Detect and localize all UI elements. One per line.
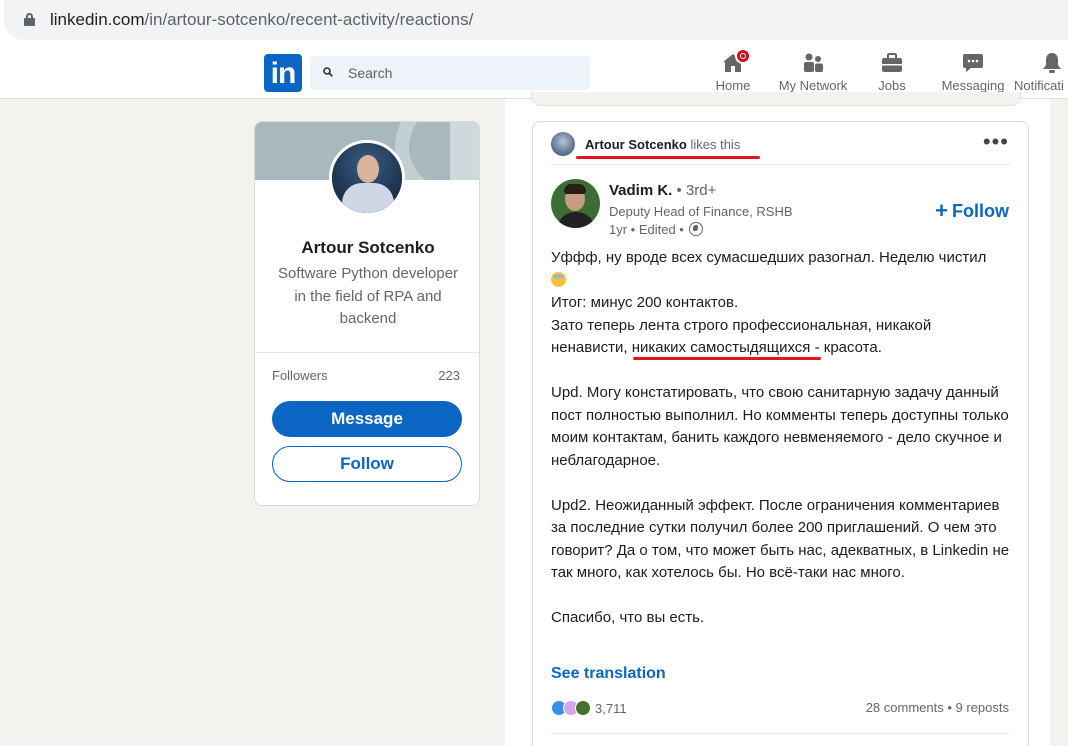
profile-avatar[interactable] [329, 140, 405, 216]
see-translation-link[interactable]: See translation [551, 665, 666, 683]
nav-jobs[interactable]: Jobs [868, 50, 916, 96]
plus-icon: + [935, 198, 948, 223]
followers-label: Followers [272, 368, 328, 383]
divider [255, 352, 479, 353]
nav-label-messaging: Messaging [941, 78, 1005, 93]
linkedin-logo[interactable]: in [264, 54, 302, 92]
author-headline: Deputy Head of Finance, RSHB [609, 204, 793, 219]
search-icon [323, 67, 333, 77]
search-box[interactable] [310, 56, 590, 90]
chat-icon [963, 54, 983, 72]
post-text: Уффф, ну вроде всех сумасшедших разогнал… [551, 249, 1010, 626]
message-button[interactable]: Message [272, 401, 462, 437]
top-nav: in Home My Network Jobs Messaging [0, 42, 1068, 99]
globe-icon [689, 222, 704, 236]
notification-badge [735, 48, 751, 64]
celebrate-reaction-icon [575, 700, 591, 716]
divider [551, 733, 1010, 734]
author-name-line[interactable]: Vadim K. • 3rd+ [609, 182, 716, 199]
bell-icon [1043, 53, 1061, 73]
profile-headline: Software Python developer in the field o… [277, 265, 459, 327]
post-context: Artour Sotcenko likes this [585, 137, 740, 152]
nav-label-notifications: Notificati [1014, 78, 1064, 93]
nav-label-my-network: My Network [778, 78, 848, 93]
divider [551, 164, 1010, 165]
reactions-count[interactable]: 3,711 [595, 701, 627, 716]
context-action: likes this [690, 137, 741, 152]
nav-label-home: Home [715, 78, 751, 93]
briefcase-icon [882, 53, 902, 72]
connection-degree: • 3rd+ [676, 182, 717, 199]
nav-notifications[interactable]: Notificati [1014, 50, 1068, 96]
nav-label-jobs: Jobs [878, 78, 906, 93]
previous-post-edge [531, 92, 1021, 106]
annotation-underline [633, 357, 821, 360]
feed-post: Artour Sotcenko likes this ••• Vadim K. … [532, 121, 1029, 746]
author-name[interactable]: Vadim K. [609, 182, 672, 199]
url-text[interactable]: linkedin.com/in/artour-sotcenko/recent-a… [50, 10, 473, 30]
post-meta: 1yr • Edited • [609, 222, 704, 237]
annotation-underline [576, 156, 760, 159]
people-icon [804, 53, 823, 72]
reactions-summary[interactable]: 3,711 [551, 699, 627, 717]
emoji-icon [551, 271, 566, 287]
post-time: 1yr • Edited • [609, 222, 684, 237]
nav-my-network[interactable]: My Network [772, 50, 854, 96]
highlighted-phrase: никаких самостыдящихся [631, 339, 811, 356]
more-options-icon[interactable]: ••• [983, 131, 1009, 153]
context-name[interactable]: Artour Sotcenko [585, 137, 687, 152]
url-bar[interactable]: linkedin.com/in/artour-sotcenko/recent-a… [4, 0, 1068, 40]
profile-name[interactable]: Artour Sotcenko [255, 238, 479, 258]
search-input[interactable] [348, 63, 568, 83]
followers-count: 223 [438, 368, 460, 383]
follow-profile-button[interactable]: Follow [272, 446, 462, 482]
post-stats: 28 comments • 9 reposts [865, 700, 1009, 715]
browser-address-bar: linkedin.com/in/artour-sotcenko/recent-a… [0, 0, 1068, 42]
lock-icon[interactable] [24, 13, 35, 26]
follow-author-button[interactable]: + Follow [935, 198, 1009, 224]
author-avatar[interactable] [551, 179, 600, 228]
profile-card: Artour Sotcenko Software Python develope… [254, 121, 480, 506]
nav-home[interactable]: Home [708, 48, 758, 96]
comments-count[interactable]: 28 comments [866, 700, 944, 715]
reposts-count[interactable]: 9 reposts [956, 700, 1009, 715]
nav-messaging[interactable]: Messaging [936, 50, 1010, 96]
context-avatar[interactable] [551, 132, 575, 156]
